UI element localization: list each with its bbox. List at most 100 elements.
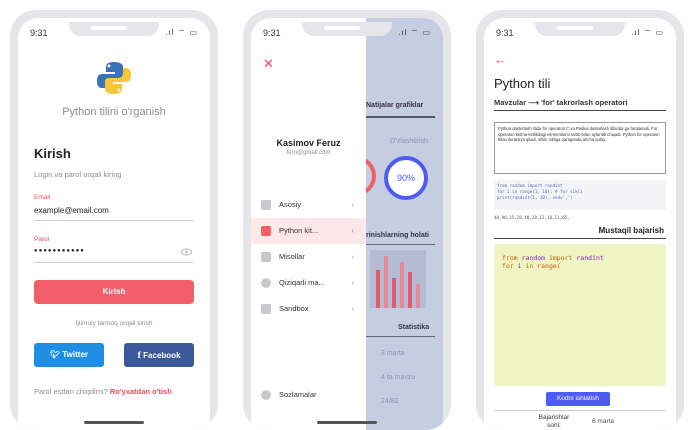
facebook-button[interactable]: f Facebook: [124, 343, 194, 367]
menu-item-misollar[interactable]: Misollar ›: [251, 244, 366, 270]
chevron-right-icon: ›: [351, 252, 355, 261]
run-code-button[interactable]: Kodni ishlatish: [546, 392, 610, 406]
divider: [494, 410, 666, 411]
attempts-value: 6 marta: [592, 418, 615, 425]
login-subheading: Login va parol orqali kiring: [34, 170, 122, 179]
menu-item-label: Python kit...: [279, 226, 319, 235]
code-editor[interactable]: from random import randint for i in rang…: [494, 244, 666, 386]
password-field[interactable]: ●●●●●●●●●●●: [34, 248, 85, 254]
page-title: Python tili: [494, 76, 551, 91]
status-icons: .ıl ⌔ ▭: [631, 28, 664, 37]
home-icon: [261, 200, 271, 210]
bar: [392, 278, 396, 308]
back-arrow-icon[interactable]: ←: [494, 52, 507, 67]
login-heading: Kirish: [34, 146, 71, 161]
status-icons: .ıl ⌔ ▭: [398, 28, 431, 37]
module-name: random: [521, 254, 546, 262]
divider: [366, 336, 435, 337]
chevron-right-icon: ›: [351, 200, 355, 209]
editor-line: for i in range(: [502, 262, 658, 270]
code-example: from random import randint for i in rang…: [494, 180, 666, 210]
menu-item-settings[interactable]: Sozlamalar: [251, 382, 366, 408]
status-time: 9:31: [496, 28, 514, 38]
bar-chart: [370, 250, 426, 308]
home-indicator: [317, 421, 377, 424]
editor-line: from random import randint: [502, 254, 658, 262]
chart-icon: [261, 226, 271, 236]
notch: [535, 22, 625, 36]
code-output: 40,90,35,28,40,20,12,10,11,65,: [494, 215, 570, 220]
twitter-button[interactable]: 🐦︎ Twitter: [34, 343, 104, 367]
divider: [494, 110, 666, 111]
login-button[interactable]: Kirish: [34, 280, 194, 304]
divider: [494, 238, 666, 239]
status-time: 9:31: [263, 28, 281, 38]
function-call: range(: [537, 262, 561, 270]
function-name: randint: [576, 254, 604, 262]
bar: [376, 270, 380, 308]
menu-item-sandbox[interactable]: Sandbox ›: [251, 296, 366, 322]
close-icon[interactable]: ✕: [263, 56, 274, 72]
home-indicator: [84, 421, 144, 424]
eye-icon[interactable]: [181, 248, 192, 256]
background-dashboard: Natijalar grafiklar O'zlashtirish 90% ri…: [348, 18, 443, 430]
chevron-right-icon: ›: [351, 278, 355, 287]
email-label: Email: [34, 194, 51, 201]
progress-ring: 90%: [384, 156, 428, 200]
bar: [400, 262, 404, 308]
notch: [69, 22, 159, 36]
python-logo-icon: [97, 62, 131, 94]
lesson-screen: 9:31 .ıl ⌔ ▭ ← Python tili Mavzular ⟶ 'f…: [484, 18, 676, 430]
register-link[interactable]: Ro'yxatdan o'tish: [110, 387, 172, 396]
navigation-drawer: 9:31 ✕ Kasimov Feruz fern@gmail.com Asos…: [251, 18, 366, 430]
login-screen: 9:31 .ıl ⌔ ▭ Python tilini o'rganish Kir…: [18, 18, 210, 430]
mastered-label: O'zlashtirish: [390, 138, 428, 145]
keyword: from: [502, 254, 518, 262]
keyword: for: [502, 262, 514, 270]
user-name: Kasimov Feruz: [276, 138, 341, 148]
keyword: in: [525, 262, 534, 270]
menu-item-label: Qiziqarli ma...: [279, 278, 325, 287]
phone-drawer: Natijalar grafiklar O'zlashtirish 90% ri…: [243, 10, 451, 430]
email-field[interactable]: example@email.com: [34, 206, 109, 215]
heart-icon: [261, 278, 271, 288]
attempts-label: Bajarishlar soni:: [538, 414, 570, 429]
status-icons: .ıl ⌔ ▭: [165, 28, 198, 37]
menu-item-label: Asosiy: [279, 200, 302, 209]
menu-item-qiziqarli[interactable]: Qiziqarli ma... ›: [251, 270, 366, 296]
box-icon: [261, 304, 271, 314]
password-label: Parol: [34, 236, 50, 243]
menu-item-label: Misollar: [279, 252, 305, 261]
stat-row: 3 marta: [381, 350, 405, 357]
menu-item-python-kitob[interactable]: Python kit... ‹: [251, 218, 366, 244]
twitter-label: Twitter: [62, 350, 89, 359]
chevron-right-icon: ›: [351, 304, 355, 313]
facebook-label: Facebook: [143, 351, 181, 360]
menu-item-label: Sandbox: [279, 304, 309, 313]
social-login-label: Ijtimoiy tarmoq orqali kirish: [75, 320, 153, 327]
status-time: 9:31: [30, 28, 48, 38]
variable: i: [517, 262, 522, 270]
twitter-icon: 🐦︎: [49, 350, 61, 359]
bar: [384, 256, 388, 308]
breadcrumb: Mavzular ⟶ 'for' takrorlash operatori: [494, 98, 628, 107]
forgot-password-text: Parol esdan chiqdimi?: [34, 387, 108, 396]
phone-login: 9:31 .ıl ⌔ ▭ Python tilini o'rganish Kir…: [10, 10, 218, 430]
phone-lesson: 9:31 .ıl ⌔ ▭ ← Python tili Mavzular ⟶ 'f…: [476, 10, 684, 430]
results-title: Natijalar grafiklar: [366, 102, 424, 109]
user-email: fern@gmail.com: [286, 150, 331, 156]
email-underline: [34, 220, 194, 221]
menu-item-asosiy[interactable]: Asosiy ›: [251, 192, 366, 218]
keyword: import: [548, 254, 573, 262]
exercise-title: Mustaqil bajarish: [598, 226, 664, 235]
lesson-description: Python dasturlash tilida for operatori C…: [494, 122, 666, 174]
app-title: Python tilini o'rganish: [62, 106, 166, 118]
facebook-icon: f: [137, 350, 141, 360]
forgot-password-row: Parol esdan chiqdimi? Ro'yxatdan o'tish: [34, 387, 200, 396]
gear-icon: [261, 390, 271, 400]
chevron-left-icon: ‹: [351, 226, 355, 235]
menu-item-label: Sozlamalar: [279, 390, 317, 399]
drawer-screen: Natijalar grafiklar O'zlashtirish 90% ri…: [251, 18, 443, 430]
stats-title: Statistika: [398, 324, 430, 331]
bar: [408, 272, 412, 308]
